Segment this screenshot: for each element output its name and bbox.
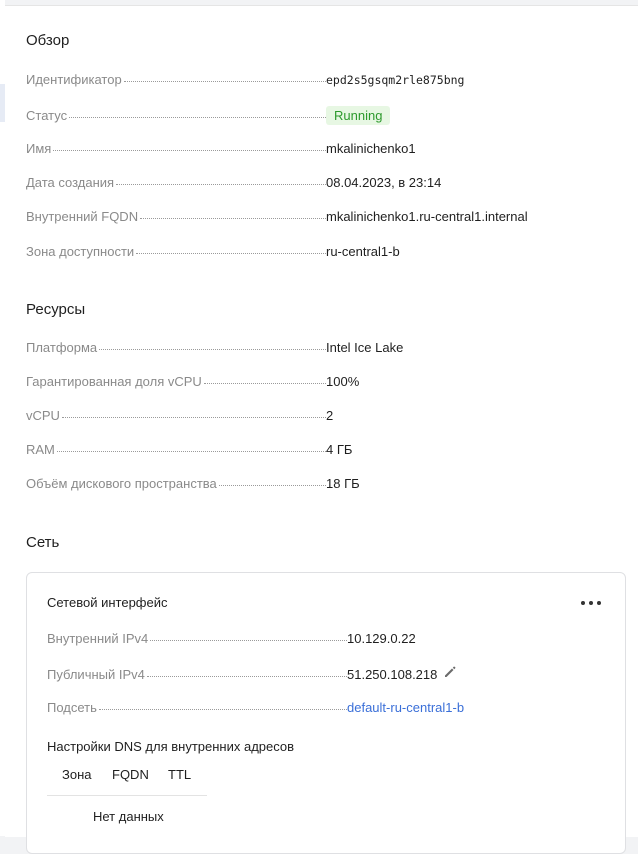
pencil-icon[interactable] [443,665,457,682]
network-label-public-ip: Публичный IPv4 [47,667,145,682]
dns-empty-state: Нет данных [93,809,164,824]
created-date-value: 08.04.2023, в 23:14 [326,175,442,190]
network-interface-card: Сетевой интерфейс Внутренний IPv4 10.129… [26,572,626,854]
network-label-internal-ip: Внутренний IPv4 [47,631,149,646]
resources-row-vcpu-fraction: Гарантированная доля vCPU 100% [26,374,359,394]
overview-label-name: Имя [26,141,52,156]
resources-label-vcpu: vCPU [26,408,60,423]
internal-ipv4-value: 10.129.0.22 [347,631,416,646]
overview-title: Обзор [26,32,70,49]
resources-row-vcpu: vCPU 2 [26,408,333,428]
dns-table-header-divider [47,795,207,796]
overview-row-id: Идентификатор epd2s5gsqm2rle875bng [26,72,464,92]
network-row-subnet: Подсеть default-ru-central1-b [47,700,464,720]
resources-label-platform: Платформа [26,340,98,355]
overview-row-name: Имя mkalinichenko1 [26,141,416,161]
instance-name-value: mkalinichenko1 [326,141,416,156]
vm-details-panel: Обзор Идентификатор epd2s5gsqm2rle875bng… [5,5,638,854]
dns-settings-title: Настройки DNS для внутренних адресов [47,739,295,754]
vcpu-value: 2 [326,408,334,423]
network-title: Сеть [26,534,60,551]
more-horizontal-icon[interactable] [581,597,601,609]
overview-row-created: Дата создания 08.04.2023, в 23:14 [26,175,441,195]
network-label-subnet: Подсеть [47,700,97,715]
overview-row-status: Статус Running [26,106,391,126]
status-badge: Running [326,106,391,125]
overview-row-fqdn: Внутренний FQDN mkalinichenko1.ru-centra… [26,209,528,229]
overview-row-zone: Зона доступности ru-central1-b [26,244,400,264]
resources-row-platform: Платформа Intel Ice Lake [26,340,403,360]
overview-label-status: Статус [26,108,68,123]
resources-row-ram: RAM 4 ГБ [26,442,352,462]
subnet-link[interactable]: default-ru-central1-b [347,700,464,715]
disk-size-value: 18 ГБ [326,476,360,491]
overview-label-id: Идентификатор [26,72,122,87]
resources-label-vcpu-fraction: Гарантированная доля vCPU [26,374,202,389]
resources-title: Ресурсы [26,301,86,318]
overview-label-zone: Зона доступности [26,244,135,259]
public-ipv4-value: 51.250.108.218 [347,667,438,682]
ram-value: 4 ГБ [326,442,353,457]
overview-label-created: Дата создания [26,175,115,190]
platform-value: Intel Ice Lake [326,340,404,355]
vcpu-fraction-value: 100% [326,374,360,389]
network-row-internal-ip: Внутренний IPv4 10.129.0.22 [47,631,416,651]
dns-column-zone[interactable]: Зона [62,767,92,782]
network-interface-title: Сетевой интерфейс [47,595,168,610]
network-row-public-ip: Публичный IPv4 51.250.108.218 [47,665,457,685]
resources-label-disk: Объём дискового пространства [26,476,217,491]
dns-column-fqdn[interactable]: FQDN [112,767,149,782]
overview-label-fqdn: Внутренний FQDN [26,209,139,224]
availability-zone-value: ru-central1-b [326,244,400,259]
resources-row-disk: Объём дискового пространства 18 ГБ [26,476,360,496]
instance-id-value: epd2s5gsqm2rle875bng [326,73,465,87]
internal-fqdn-value: mkalinichenko1.ru-central1.internal [326,209,528,224]
dns-column-ttl[interactable]: TTL [168,767,191,782]
resources-label-ram: RAM [26,442,55,457]
